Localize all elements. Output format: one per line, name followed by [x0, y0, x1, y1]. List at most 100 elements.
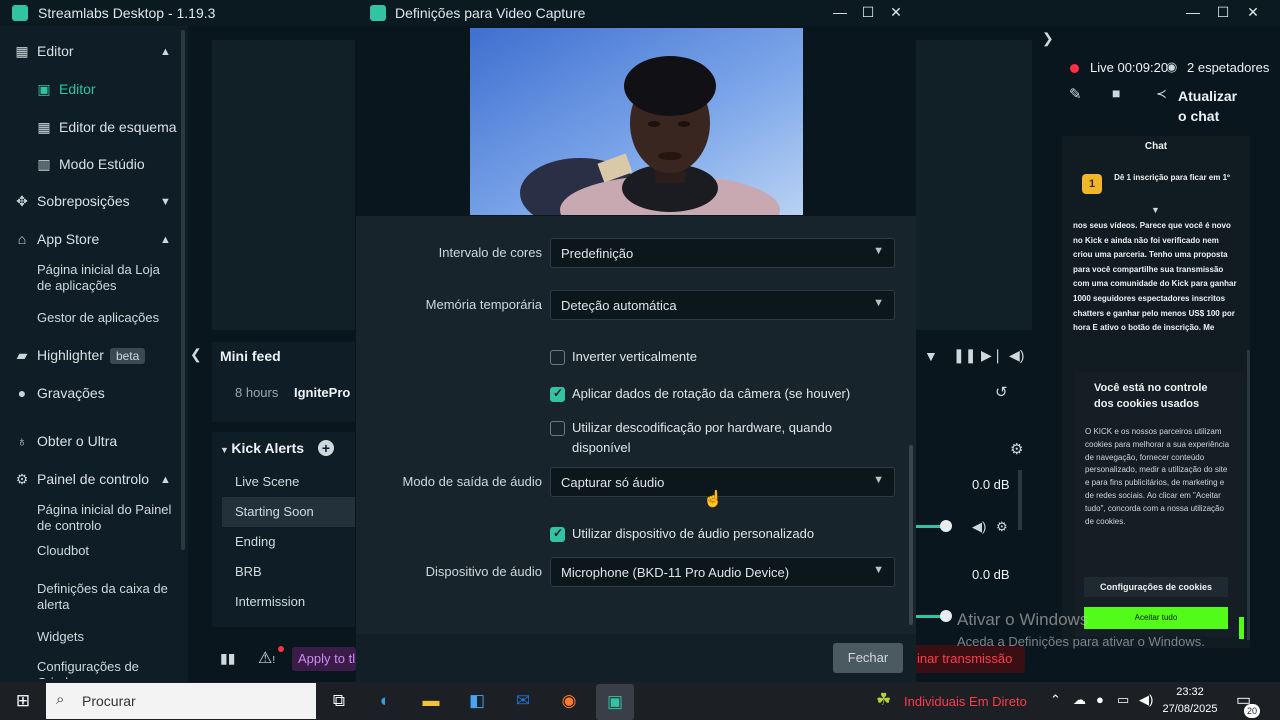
record-icon: ● [17, 385, 27, 401]
volume-tray-icon[interactable]: ◀) [1139, 692, 1153, 708]
outlook-icon[interactable]: ✉ [510, 688, 536, 714]
maximize-button[interactable]: ☐ [1213, 4, 1233, 22]
expand-right-icon[interactable]: ❯ [1042, 30, 1054, 47]
mixer-scrollbar[interactable] [1018, 470, 1022, 530]
dialog-scrollbar[interactable] [909, 445, 913, 625]
color-range-select[interactable]: Predefinição ▼ [550, 238, 895, 268]
hw-decode-checkbox[interactable] [550, 421, 565, 436]
skip-icon[interactable]: ▶❘ [981, 347, 1004, 364]
network-icon[interactable]: ▭ [1117, 692, 1129, 708]
minifeed-title: Mini feed [220, 348, 281, 364]
sidebar-item-cloudbot[interactable]: Cloudbot [37, 543, 89, 559]
cookie-accept-button[interactable]: Aceitar tudo [1084, 607, 1228, 629]
close-window-button[interactable]: ✕ [1243, 4, 1263, 22]
sidebar-item-dashboard[interactable]: ⚙ Painel de controlo [14, 471, 149, 488]
firefox-icon[interactable]: ◉ [556, 688, 582, 714]
scene-collection-dropdown[interactable]: ▼ Kick Alerts [220, 440, 304, 456]
scene-item[interactable]: Intermission [222, 587, 355, 617]
sidebar-item-widgets[interactable]: Widgets [37, 629, 84, 645]
sidebar-item-app-store[interactable]: ⌂ App Store [14, 231, 100, 247]
chevron-down-icon: ▼ [873, 245, 884, 257]
onedrive-icon[interactable]: ☁ [1073, 692, 1086, 708]
scene-item-selected[interactable]: Starting Soon [222, 497, 355, 527]
sidebar-item-ultra[interactable]: ♁ Obter o Ultra [14, 433, 117, 449]
volume-icon[interactable]: ◀) [1009, 347, 1024, 364]
sidebar-item-app-manager[interactable]: Gestor de aplicações [37, 310, 159, 326]
custom-audio-label[interactable]: Utilizar dispositivo de áudio personaliz… [572, 524, 814, 544]
mixer-db-1: 0.0 dB [972, 477, 1010, 492]
dialog-logo-icon [370, 5, 386, 21]
gear-icon[interactable]: ⚙ [996, 519, 1008, 535]
end-stream-button[interactable]: inar transmissão [905, 645, 1025, 673]
refresh-feed-icon[interactable]: ↺ [995, 383, 1008, 401]
sidebar-item-editor-group[interactable]: ▦ Editor [14, 43, 73, 60]
chevron-down-icon: ▼ [220, 445, 232, 455]
close-button[interactable]: Fechar [833, 643, 903, 673]
add-scene-icon[interactable]: + [318, 440, 334, 456]
custom-audio-checkbox[interactable] [550, 526, 565, 542]
edge-icon[interactable]: ◐ [372, 688, 398, 714]
filter-icon[interactable]: ▼ [924, 348, 938, 364]
hw-decode-label[interactable]: Utilizar descodificação por hardware, qu… [572, 418, 862, 458]
store-icon[interactable]: ◧ [464, 688, 490, 714]
columns-icon: ▥ [37, 156, 51, 172]
feed-user[interactable]: IgnitePro [294, 385, 350, 400]
dialog-close-button[interactable]: ✕ [886, 4, 906, 22]
sidebar-item-recordings[interactable]: ● Gravações [14, 385, 105, 401]
windows-start-icon[interactable]: ⊞ [10, 688, 36, 714]
taskbar-search[interactable]: Procurar [46, 683, 316, 719]
flip-vertical-checkbox[interactable] [550, 350, 565, 365]
chevron-up-icon[interactable]: ▲ [160, 474, 171, 486]
sidebar-item-app-store-home[interactable]: Página inicial da Loja de aplicações [37, 262, 177, 294]
clock-time[interactable]: 23:32 [1164, 686, 1216, 698]
clock-date[interactable]: 27/08/2025 [1160, 703, 1220, 715]
mixer-settings-icon[interactable]: ⚙ [1010, 440, 1023, 458]
sidebar-item-studio-mode[interactable]: ▥ Modo Estúdio [36, 156, 144, 173]
apply-rotation-checkbox[interactable] [550, 386, 565, 402]
apply-button[interactable]: Apply to tl [292, 647, 356, 671]
camera-icon[interactable]: ■ [1112, 85, 1120, 101]
chevron-up-icon[interactable]: ▲ [160, 234, 171, 246]
chevron-down-icon[interactable]: ▼ [160, 196, 171, 208]
editor-icon: ▣ [37, 81, 51, 97]
notification-count: 20 [1244, 704, 1260, 718]
chevron-up-icon[interactable]: ▲ [160, 46, 171, 58]
live-indicator-icon[interactable]: ☘ [876, 690, 891, 710]
slider-knob[interactable] [940, 520, 952, 532]
live-dot-icon [1070, 64, 1079, 73]
cookie-settings-button[interactable]: Configurações de cookies [1084, 577, 1228, 597]
sidebar-item-dashboard-home[interactable]: Página inicial do Painel de controlo [37, 502, 182, 534]
refresh-chat-button[interactable]: Atualizar o chat [1178, 86, 1238, 126]
share-icon[interactable]: ≺ [1156, 86, 1167, 102]
sidebar-scrollbar[interactable] [181, 30, 185, 550]
sidebar-item-overlays[interactable]: ✥ Sobreposições [14, 193, 130, 210]
scene-item[interactable]: Ending [222, 527, 355, 557]
file-explorer-icon[interactable]: ▬ [418, 688, 444, 714]
slider-knob[interactable] [940, 610, 952, 622]
sidebar-item-alertbox[interactable]: Definições da caixa de alerta [37, 581, 177, 613]
minimize-button[interactable]: — [1183, 4, 1203, 22]
streamlabs-taskbar-icon[interactable]: ▣ [596, 684, 634, 720]
chat-input-indicator [1239, 617, 1244, 639]
pause-icon[interactable]: ❚❚ [953, 347, 976, 364]
collapse-left-icon[interactable]: ❮ [190, 346, 202, 363]
microphone-icon[interactable]: ● [1096, 692, 1104, 707]
stats-icon[interactable]: ▮▮ [220, 650, 235, 667]
apply-rotation-label[interactable]: Aplicar dados de rotação da câmera (se h… [572, 384, 850, 404]
dialog-maximize-button[interactable]: ☐ [858, 4, 878, 22]
buffer-select[interactable]: Deteção automática ▼ [550, 290, 895, 320]
chat-scrollbar[interactable] [1247, 350, 1250, 640]
alert-icon[interactable]: ⚠! [258, 648, 275, 668]
edit-icon[interactable]: ✎ [1069, 85, 1082, 103]
sidebar-item-script-settings[interactable]: Configurações de Criador [37, 659, 177, 679]
tray-chevron-up-icon[interactable]: ⌃ [1050, 692, 1061, 708]
sidebar-item-editor[interactable]: ▣ Editor [36, 81, 95, 98]
live-indicator-label[interactable]: Individuais Em Direto [904, 694, 1027, 709]
task-view-icon[interactable]: ⧉ [326, 688, 352, 714]
flip-vertical-label[interactable]: Inverter verticalmente [572, 347, 697, 367]
speaker-icon[interactable]: ◀) [972, 519, 986, 535]
dialog-minimize-button[interactable]: — [830, 4, 850, 22]
audio-device-select[interactable]: Microphone (BKD-11 Pro Audio Device) ▼ [550, 557, 895, 587]
sidebar-item-highlighter[interactable]: ▰ Highlighter beta [14, 347, 146, 364]
sidebar-item-layout-editor[interactable]: ▦ Editor de esquema [36, 119, 176, 136]
